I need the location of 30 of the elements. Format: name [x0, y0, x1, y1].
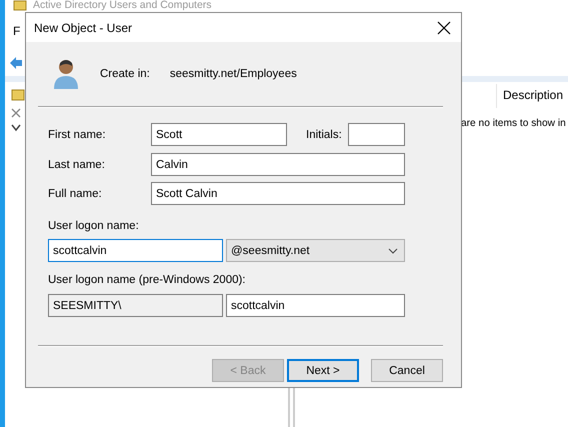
last-name-field[interactable]: Calvin	[151, 153, 405, 176]
first-name-field[interactable]: Scott	[151, 123, 287, 146]
create-in-label: Create in:	[100, 68, 150, 80]
close-button[interactable]	[435, 18, 453, 36]
create-in-path: seesmitty.net/Employees	[170, 68, 297, 80]
field-label: User logon name:	[48, 220, 139, 232]
folder-icon	[13, 0, 27, 11]
window-title: Active Directory Users and Computers	[33, 0, 212, 11]
menu-item[interactable]: F	[13, 24, 20, 38]
field-label: User logon name (pre-Windows 2000):	[48, 274, 246, 286]
full-name-field[interactable]: Scott Calvin	[151, 182, 405, 205]
dialog-title: New Object - User	[34, 20, 132, 34]
field-label: Last name:	[48, 158, 106, 170]
folder-icon	[11, 88, 25, 102]
domain-dropdown[interactable]: @seesmitty.net	[226, 239, 405, 262]
logon-name-field[interactable]: scottcalvin	[48, 239, 223, 262]
pre2000-name-field[interactable]: scottcalvin	[226, 294, 405, 317]
caret-icon[interactable]	[388, 248, 398, 254]
empty-message: are no items to show in	[461, 118, 567, 129]
user-icon	[52, 58, 80, 90]
dialog-button[interactable]: Cancel	[371, 359, 443, 382]
initials-field[interactable]	[348, 123, 405, 146]
field-label: Full name:	[48, 188, 103, 200]
close-icon[interactable]	[11, 108, 21, 118]
field-label: First name:	[48, 128, 107, 140]
chevron-icon[interactable]	[11, 124, 21, 132]
column-header[interactable]: Description	[496, 84, 568, 108]
field-label: Initials:	[306, 128, 343, 140]
back-arrow-icon[interactable]	[9, 56, 23, 70]
dialog-button[interactable]: Next >	[287, 359, 359, 382]
